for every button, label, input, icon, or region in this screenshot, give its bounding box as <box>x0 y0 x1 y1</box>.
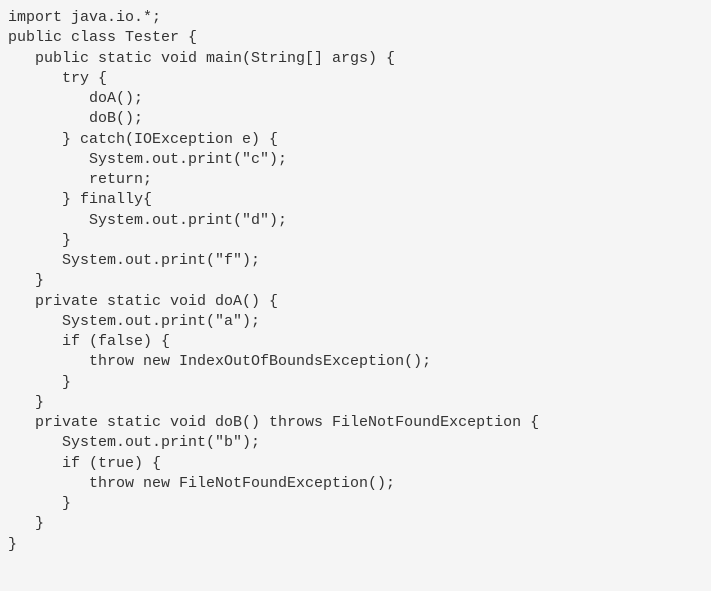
code-line: private static void doA() { <box>8 292 703 312</box>
code-line: throw new IndexOutOfBoundsException(); <box>8 352 703 372</box>
code-line: } <box>8 494 703 514</box>
code-line: } <box>8 535 703 555</box>
code-line: return; <box>8 170 703 190</box>
code-line: } <box>8 373 703 393</box>
code-line: } <box>8 271 703 291</box>
code-line: System.out.print("a"); <box>8 312 703 332</box>
code-line: public class Tester { <box>8 28 703 48</box>
code-line: } catch(IOException e) { <box>8 130 703 150</box>
code-line: doB(); <box>8 109 703 129</box>
code-line: } <box>8 514 703 534</box>
code-line: } <box>8 393 703 413</box>
code-line: public static void main(String[] args) { <box>8 49 703 69</box>
code-line: doA(); <box>8 89 703 109</box>
code-line: private static void doB() throws FileNot… <box>8 413 703 433</box>
code-line: if (false) { <box>8 332 703 352</box>
code-line: System.out.print("b"); <box>8 433 703 453</box>
code-line: import java.io.*; <box>8 8 703 28</box>
code-block: import java.io.*;public class Tester { p… <box>8 8 703 555</box>
code-line: throw new FileNotFoundException(); <box>8 474 703 494</box>
code-line: try { <box>8 69 703 89</box>
code-line: if (true) { <box>8 454 703 474</box>
code-line: System.out.print("d"); <box>8 211 703 231</box>
code-line: } finally{ <box>8 190 703 210</box>
code-line: } <box>8 231 703 251</box>
code-line: System.out.print("f"); <box>8 251 703 271</box>
code-line: System.out.print("c"); <box>8 150 703 170</box>
